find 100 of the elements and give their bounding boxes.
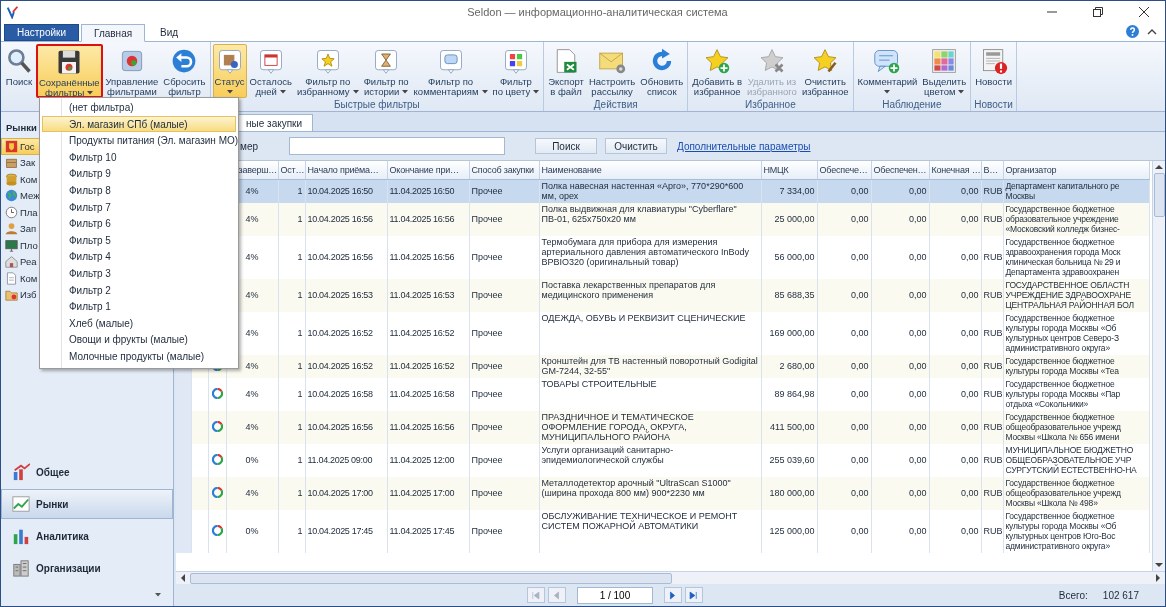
table-cell: 10.04.2025 17:00 <box>307 488 373 498</box>
table-cell: 0,00 <box>908 389 927 399</box>
table-cell: 0,00 <box>960 214 979 224</box>
table-cell: 0,00 <box>850 455 869 465</box>
table-cell: Прочее <box>471 328 503 338</box>
table-cell: 0,00 <box>908 455 927 465</box>
table-cell: 4% <box>245 361 259 371</box>
table-cell: Прочее <box>471 422 503 432</box>
table-cell: Прочее <box>471 526 503 536</box>
table-cell: RUB <box>983 422 1003 432</box>
table-cell: RUB <box>983 214 1003 224</box>
table-cell: Прочее <box>471 455 503 465</box>
table-cell: 4% <box>245 186 259 196</box>
table-cell: ТОВАРЫ СТРОИТЕЛЬНЫЕ <box>541 379 657 389</box>
table-cell: Услуги организаций санитарно-эпидемиологической службы <box>541 445 674 465</box>
table-cell: Прочее <box>471 488 503 498</box>
table-cell: 4% <box>245 488 259 498</box>
table-cell: RUB <box>983 252 1003 262</box>
table-cell: RUB <box>983 488 1003 498</box>
table-cell: RUB <box>983 290 1003 300</box>
table-cell: 10.04.2025 16:53 <box>307 290 373 300</box>
table-cell: 11.04.2025 16:50 <box>389 186 455 196</box>
table-cell: 0,00 <box>960 328 979 338</box>
table-cell: 11.04.2025 16:53 <box>389 290 455 300</box>
table-cell: 11.04.2025 16:58 <box>389 389 455 399</box>
table-cell: 0,00 <box>960 389 979 399</box>
table-cell: Государственное бюджетное культуры города Москвы «Об культурных центров Юго-Вос административного округа» <box>1005 511 1117 551</box>
table-cell: 0,00 <box>960 422 979 432</box>
table-cell: 0,00 <box>850 290 869 300</box>
table-cell: 180 000,00 <box>769 488 815 498</box>
sidebar-title: Рынки <box>6 122 37 133</box>
table-cell: 0,00 <box>850 214 869 224</box>
table-cell: 0,00 <box>960 290 979 300</box>
table-cell: 4% <box>245 214 259 224</box>
window-title: Seldon — информационно-аналитическая система <box>466 5 729 18</box>
table-cell: 1 <box>297 328 303 338</box>
table-cell: 255 039,60 <box>769 455 815 465</box>
table-cell: 25 000,00 <box>774 214 815 224</box>
table-cell: 0,00 <box>908 328 927 338</box>
table-cell: Термобумага для прибора для измерения артериального давления автоматического InBody BPBIO320 (оригинальный товар) <box>541 237 749 267</box>
table-cell: Государственное бюджетное образовательное учреждение «Московский колледж бизнес- <box>1005 204 1120 234</box>
table-cell: 11.04.2025 16:56 <box>389 252 455 262</box>
table-cell: 56 000,00 <box>774 252 815 262</box>
table-cell: 4% <box>245 290 259 300</box>
table-cell: Прочее <box>471 214 503 224</box>
table-cell: Кронштейн для ТВ настенный поворотный Godigital GM-7244, 32-55" <box>541 356 758 376</box>
table-cell: 0,00 <box>908 290 927 300</box>
table-cell: 10.04.2025 16:56 <box>307 422 373 432</box>
table-cell: Прочее <box>471 290 503 300</box>
table-cell: 11.04.2025 16:56 <box>389 214 455 224</box>
table-cell: 0,00 <box>908 186 927 196</box>
table-cell: 0,00 <box>850 361 869 371</box>
table-cell: Государственное бюджетное общеобразовательное учрежд Москвы «Школа № 498» <box>1005 478 1121 508</box>
table-cell: Государственное бюджетное здравоохранения города Моск клиническая больница № 29 и Департамента здравоохранен <box>1005 237 1121 277</box>
table-cell: 0,00 <box>850 186 869 196</box>
table-cell: Прочее <box>471 361 503 371</box>
table-cell: Прочее <box>471 186 503 196</box>
table-cell: ОБСЛУЖИВАНИЕ ТЕХНИЧЕСКОЕ И РЕМОНТ СИСТЕМ ПОЖАРНОЙ АВТОМАТИКИ <box>541 511 738 531</box>
table-cell: 1 <box>297 455 303 465</box>
table-cell: 0,00 <box>908 422 927 432</box>
table-cell: 0,00 <box>908 252 927 262</box>
table-cell: 0,00 <box>850 252 869 262</box>
total-count: 102 617 <box>1102 589 1139 601</box>
table-cell: 10.04.2025 16:52 <box>307 361 373 371</box>
table-cell: 0,00 <box>850 526 869 536</box>
table-cell: ПРАЗДНИЧНОЕ И ТЕМАТИЧЕСКОЕ ОФОРМЛЕНИЕ ГОРОДА, ОКРУГА, МУНИЦИПАЛЬНОГО РАЙОНА <box>541 412 694 442</box>
table-cell: 10.04.2025 17:45 <box>307 526 373 536</box>
table-cell: Государственное бюджетное культуры города Москвы «Пар отдыха «Сокольники» <box>1005 379 1121 409</box>
group-label: Наблюдение <box>881 99 943 111</box>
table-cell: 10.04.2025 16:52 <box>307 328 373 338</box>
table-cell: 0,00 <box>908 361 927 371</box>
table-cell: 4% <box>245 422 259 432</box>
table-cell: 411 500,00 <box>770 422 815 432</box>
table-cell: 10.04.2025 16:58 <box>307 389 373 399</box>
table-cell: ГОСУДАРСТВЕННОЕ ОБЛАСТН УЧРЕЖДЕНИЕ ЗДРАВООХРАНЕ ЦЕНТРАЛЬНАЯ РАЙОННАЯ БОЛ <box>1005 280 1134 310</box>
table-cell: RUB <box>983 186 1003 196</box>
table-cell: 0,00 <box>908 488 927 498</box>
table-cell: МУНИЦИПАЛЬНОЕ БЮДЖЕТНО ОБЩЕОБРАЗОВАТЕЛЬНОЕ УЧР СУРГУТСКИЙ ЕСТЕСТВЕННО-НА <box>1005 445 1137 475</box>
table-cell: 0,00 <box>960 455 979 465</box>
group-label: Избранное <box>744 99 797 111</box>
table-cell: Поставка лекарственных препаратов для медицинского применения <box>541 280 716 300</box>
table-cell: 0,00 <box>908 214 927 224</box>
table-cell: RUB <box>983 526 1003 536</box>
group-label: Быстрые фильтры <box>332 99 421 111</box>
table-cell: Прочее <box>471 252 503 262</box>
table-cell: 0,00 <box>908 526 927 536</box>
table-cell: 1 <box>297 290 303 300</box>
table-cell: Металлодетектор арочный "UltraScan S1000" (ширина прохода 800 мм) 900*2230 мм <box>541 478 731 498</box>
table-cell: Государственное бюджетное общеобразовательное учрежд Москвы «Школа № 656 имени <box>1005 412 1121 442</box>
table-cell: Полка выдвижная для клавиатуры "Cyberflare" ПВ-01, 625x750x20 мм <box>541 204 737 224</box>
table-cell: 11.04.2025 17:00 <box>389 488 455 498</box>
table-cell: 11.04.2025 12:00 <box>389 455 455 465</box>
table-cell: RUB <box>983 361 1003 371</box>
table-cell: 1 <box>297 361 303 371</box>
table-cell: 0% <box>245 455 259 465</box>
table-cell: RUB <box>983 328 1003 338</box>
table-cell: 0,00 <box>960 361 979 371</box>
table-cell: 1 <box>297 252 303 262</box>
table-cell: 4% <box>245 252 259 262</box>
table-cell: 1 <box>297 526 303 536</box>
